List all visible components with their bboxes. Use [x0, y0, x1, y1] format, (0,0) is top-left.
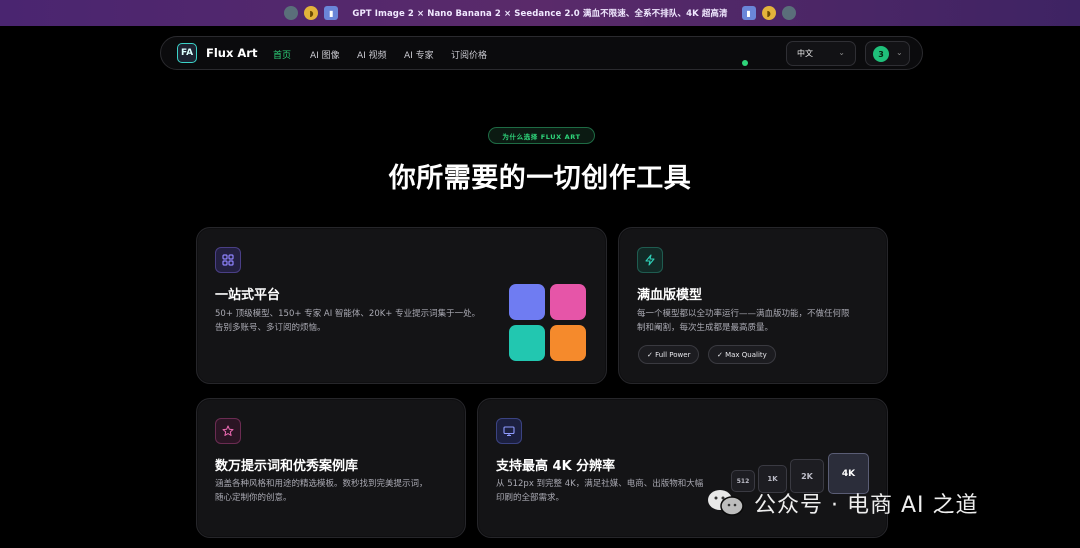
feature-card-platform: 一站式平台 50+ 顶级模型、150+ 专家 AI 智能体、20K+ 专业提示词… — [196, 227, 607, 384]
card-title: 满血版模型 — [637, 288, 703, 303]
language-select[interactable]: 中文 ⌄ — [786, 41, 856, 66]
chevron-down-icon: ⌄ — [896, 48, 903, 57]
nav-link-ai-expert[interactable]: AI 专家 — [404, 48, 434, 61]
openai-icon — [284, 6, 299, 20]
max-quality-pill: ✓ Max Quality — [708, 345, 776, 364]
card-desc-line: 制和阉割，每次生成都是最高质量。 — [637, 323, 774, 333]
color-tile-pink — [550, 284, 586, 320]
chart-icon: ▮ — [324, 6, 339, 20]
section-eyebrow: 为什么选择 FLUX ART — [488, 127, 595, 144]
card-desc-line: 每一个模型都以全功率运行——满血版功能，不做任何限 — [637, 309, 850, 319]
monitor-icon — [496, 418, 522, 444]
card-title: 数万提示词和优秀案例库 — [215, 459, 359, 474]
banana-icon: ◗ — [761, 6, 776, 20]
feature-card-prompts: 数万提示词和优秀案例库 涵盖各种风格和用途的精选模板。数秒找到完美提示词， 随心… — [196, 398, 466, 538]
chart-icon: ▮ — [741, 6, 756, 20]
card-desc-line: 涵盖各种风格和用途的精选模板。数秒找到完美提示词， — [215, 479, 428, 489]
card-desc-line: 印刷的全部需求。 — [496, 493, 565, 503]
section-headline: 你所需要的一切创作工具 — [388, 163, 692, 194]
color-tile-indigo — [509, 284, 545, 320]
credits-badge: 3 — [873, 46, 889, 62]
promo-banner[interactable]: ◗ ▮ GPT Image 2 × Nano Banana 2 × Seedan… — [0, 0, 1080, 26]
language-value: 中文 — [797, 49, 813, 58]
card-desc-line: 50+ 顶级模型、150+ 专家 AI 智能体、20K+ 专业提示词集于一处。 — [215, 309, 481, 319]
top-navbar: FA Flux Art 首页 AI 图像 AI 视频 AI 专家 订阅价格 中文… — [160, 36, 923, 70]
card-desc-line: 随心定制你的创意。 — [215, 493, 292, 503]
full-power-pill: ✓ Full Power — [638, 345, 700, 364]
watermark-text: 公众号 · 电商 AI 之道 — [754, 493, 979, 518]
card-desc-line: 从 512px 到完整 4K，满足社媒、电商、出版物和大幅 — [496, 479, 704, 489]
card-title: 支持最高 4K 分辨率 — [496, 459, 616, 474]
online-status-dot — [742, 60, 748, 66]
nav-link-ai-video[interactable]: AI 视频 — [357, 48, 387, 61]
nav-link-ai-image[interactable]: AI 图像 — [310, 48, 340, 61]
brand-logo-icon[interactable]: FA — [177, 43, 197, 63]
nav-link-home[interactable]: 首页 — [273, 48, 291, 61]
chevron-down-icon: ⌄ — [838, 48, 845, 57]
grid-icon — [215, 247, 241, 273]
openai-icon — [781, 6, 796, 20]
promo-text: GPT Image 2 × Nano Banana 2 × Seedance 2… — [352, 9, 728, 19]
star-icon — [215, 418, 241, 444]
lightning-icon — [637, 247, 663, 273]
card-desc-line: 告别多账号、多订阅的烦恼。 — [215, 323, 326, 333]
color-tile-orange — [550, 325, 586, 361]
account-credits-button[interactable]: 3 ⌄ — [865, 41, 910, 66]
banana-icon: ◗ — [304, 6, 319, 20]
wechat-icon — [706, 489, 746, 517]
color-tile-teal — [509, 325, 545, 361]
watermark: 公众号 · 电商 AI 之道 — [706, 485, 979, 521]
card-title: 一站式平台 — [215, 288, 281, 303]
nav-link-pricing[interactable]: 订阅价格 — [451, 48, 487, 61]
brand-name[interactable]: Flux Art — [206, 46, 257, 60]
